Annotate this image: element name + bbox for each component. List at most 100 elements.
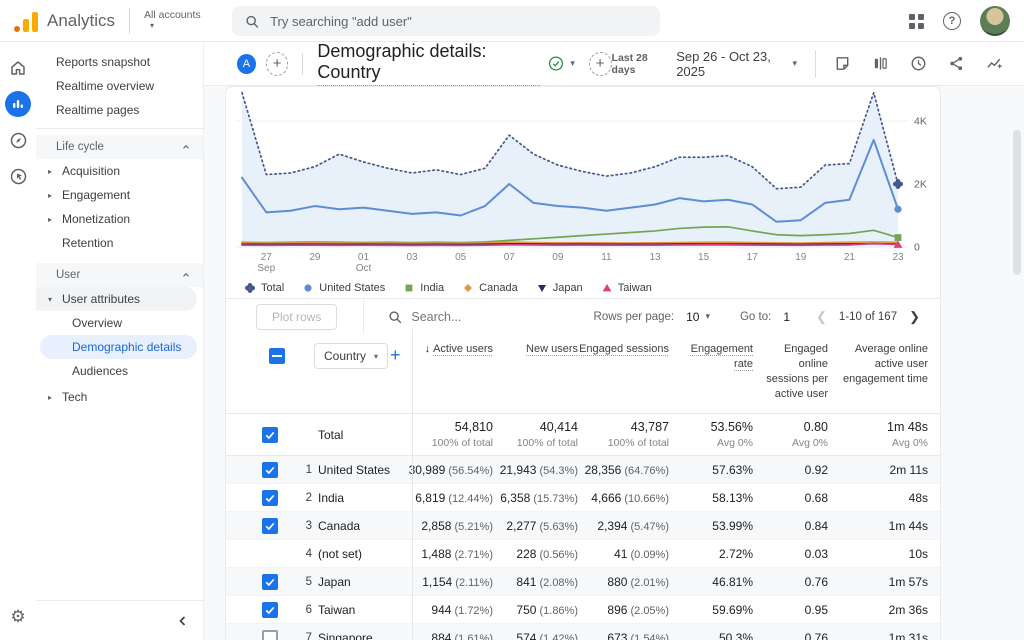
add-note-icon[interactable] (828, 50, 856, 78)
table-row[interactable]: 1United States30,989 (56.54%)21,943 (54.… (226, 456, 940, 484)
column-header[interactable]: Engagement rate (669, 342, 753, 401)
table-row[interactable]: 5Japan1,154 (2.11%)841 (2.08%)880 (2.01%… (226, 568, 940, 596)
legend-marker-icon (244, 282, 256, 294)
row-checkbox[interactable] (262, 630, 278, 640)
table-row[interactable]: 7Singapore884 (1.61%)574 (1.42%)673 (1.5… (226, 624, 940, 640)
dimension-select[interactable]: Country ▾ (314, 343, 388, 369)
apps-grid-icon[interactable] (909, 14, 924, 29)
home-icon[interactable] (0, 50, 36, 86)
legend-marker-icon (601, 282, 613, 294)
report-card: 02K4K27Sep2901Oct0305070911131517192123 … (225, 86, 941, 640)
table-search[interactable] (388, 310, 561, 324)
date-range-picker[interactable]: Sep 26 - Oct 23, 2025 (676, 49, 786, 79)
table-row[interactable]: 4(not set)1,488 (2.71%)228 (0.56%)41 (0.… (226, 540, 940, 568)
column-header[interactable]: Engaged online sessions per active user (753, 342, 828, 401)
date-preset-label: Last 28 days (612, 52, 667, 76)
legend-item[interactable]: India (403, 282, 444, 294)
table-row[interactable]: 2India6,819 (12.44%)6,358 (15.73%)4,666 … (226, 484, 940, 512)
table-search-input[interactable] (411, 310, 561, 324)
row-number: 6 (292, 604, 318, 616)
column-header[interactable]: New users (493, 342, 578, 401)
sidebar-item-realtime-pages[interactable]: Realtime pages (36, 98, 203, 122)
row-checkbox[interactable] (262, 518, 278, 534)
advertising-icon[interactable] (0, 158, 36, 194)
legend-item[interactable]: Japan (536, 282, 583, 294)
metric-cell: 50.3% (669, 631, 753, 640)
account-switcher[interactable]: All accounts ▾ (144, 10, 201, 30)
sidebar-item-reports-snapshot[interactable]: Reports snapshot (36, 50, 203, 74)
next-page-icon[interactable]: ❯ (905, 309, 924, 325)
comparison-icon[interactable] (866, 50, 894, 78)
svg-text:23: 23 (892, 252, 904, 263)
table-row[interactable]: 3Canada2,858 (5.21%)2,277 (5.63%)2,394 (… (226, 512, 940, 540)
legend-item[interactable]: Taiwan (601, 282, 652, 294)
legend-label: United States (319, 282, 385, 294)
legend-label: India (420, 282, 444, 294)
series-end-marker (895, 234, 902, 241)
series-end-marker (894, 206, 901, 213)
select-all-checkbox[interactable] (269, 348, 285, 364)
row-checkbox[interactable] (262, 574, 278, 590)
sidebar-item-user-attributes[interactable]: ▾User attributes (36, 287, 197, 311)
share-icon[interactable] (942, 50, 970, 78)
sidebar-item-monetization[interactable]: ▸Monetization (36, 207, 203, 231)
total-metric-cell: 0.80Avg 0% (753, 420, 828, 449)
trend-chart[interactable]: 02K4K27Sep2901Oct0305070911131517192123 (226, 87, 940, 273)
row-checkbox[interactable] (262, 490, 278, 506)
insights-icon[interactable] (980, 50, 1008, 78)
sidebar-item-overview[interactable]: Overview (36, 311, 203, 335)
metric-cell: 750 (1.86%) (493, 603, 578, 617)
analytics-logo[interactable]: Analytics (0, 10, 115, 32)
metric-cell: 30,989 (56.54%) (393, 463, 493, 477)
vertical-scrollbar[interactable] (1013, 130, 1021, 275)
row-checkbox[interactable] (262, 602, 278, 618)
metric-cell: 944 (1.72%) (393, 603, 493, 617)
table-row[interactable]: 6Taiwan944 (1.72%)750 (1.86%)896 (2.05%)… (226, 596, 940, 624)
total-checkbox[interactable] (262, 427, 278, 443)
report-avatar[interactable]: A (237, 54, 256, 74)
sidebar-item-audiences[interactable]: Audiences (36, 359, 203, 383)
help-icon[interactable]: ? (943, 12, 961, 30)
sidebar-item-retention[interactable]: Retention (36, 231, 203, 255)
row-number: 2 (292, 492, 318, 504)
sidebar-item-acquisition[interactable]: ▸Acquisition (36, 159, 203, 183)
column-header[interactable]: Average online active user engagement ti… (828, 342, 928, 401)
sidebar-item-realtime-overview[interactable]: Realtime overview (36, 74, 203, 98)
user-avatar[interactable] (980, 6, 1010, 36)
svg-text:2K: 2K (914, 179, 927, 191)
metric-cell: 0.95 (753, 603, 828, 617)
section-user[interactable]: User (36, 263, 203, 287)
column-header[interactable]: Engaged sessions (578, 342, 669, 401)
sidebar-item-demographic-details[interactable]: Demographic details (40, 335, 197, 359)
row-checkbox[interactable] (262, 462, 278, 478)
collapse-nav-icon[interactable] (177, 615, 189, 627)
global-search-input[interactable] (270, 14, 647, 29)
legend-item[interactable]: Total (244, 282, 284, 294)
rows-per-page-select[interactable]: 10 (686, 310, 699, 324)
reports-icon[interactable] (0, 86, 36, 122)
svg-text:07: 07 (504, 252, 516, 263)
legend-marker-icon (302, 282, 314, 294)
add-collaborator-button[interactable]: + (266, 52, 289, 76)
prev-page-icon[interactable]: ❮ (812, 309, 831, 325)
admin-gear-icon[interactable]: ⚙ (0, 602, 36, 632)
metric-headers: ↓Active usersNew usersEngaged sessionsEn… (393, 342, 928, 401)
legend-item[interactable]: United States (302, 282, 385, 294)
total-metric-cell: 54,810100% of total (393, 420, 493, 449)
global-search[interactable] (232, 6, 660, 36)
plot-rows-button[interactable]: Plot rows (256, 304, 337, 330)
explore-icon[interactable] (0, 122, 36, 158)
sidebar-item-tech[interactable]: ▸Tech (36, 385, 203, 409)
metric-cell: 2.72% (669, 547, 753, 561)
sidebar-item-engagement[interactable]: ▸Engagement (36, 183, 203, 207)
section-life-cycle[interactable]: Life cycle (36, 135, 203, 159)
title-menu-caret[interactable]: ▾ (570, 58, 575, 69)
add-comparison-button[interactable]: + (589, 52, 612, 76)
legend-item[interactable]: Canada (462, 282, 518, 294)
search-icon (388, 310, 402, 324)
column-header[interactable]: ↓Active users (393, 342, 493, 401)
goto-input[interactable]: 1 (783, 310, 790, 324)
expand-arrow-icon: ▸ (48, 215, 62, 224)
clock-icon[interactable] (904, 50, 932, 78)
report-title[interactable]: Demographic details: Country (317, 41, 540, 86)
